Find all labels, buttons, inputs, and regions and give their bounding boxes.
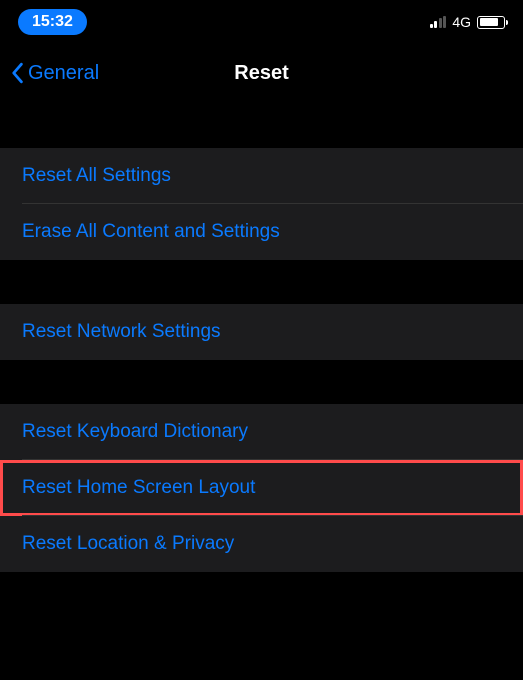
row-label: Reset Network Settings xyxy=(22,321,221,343)
reset-home-screen-layout[interactable]: Reset Home Screen Layout xyxy=(0,460,523,516)
settings-group-1: Reset All Settings Erase All Content and… xyxy=(0,148,523,260)
status-bar: 15:32 4G xyxy=(0,0,523,44)
status-right: 4G xyxy=(430,14,505,30)
status-time: 15:32 xyxy=(18,9,87,35)
erase-all-content[interactable]: Erase All Content and Settings xyxy=(0,204,523,260)
row-label: Erase All Content and Settings xyxy=(22,221,280,243)
battery-icon xyxy=(477,16,505,29)
reset-keyboard-dictionary[interactable]: Reset Keyboard Dictionary xyxy=(0,404,523,460)
back-button[interactable]: General xyxy=(10,62,99,85)
signal-icon xyxy=(430,16,447,28)
row-label: Reset Location & Privacy xyxy=(22,533,234,555)
chevron-left-icon xyxy=(10,62,24,84)
reset-all-settings[interactable]: Reset All Settings xyxy=(0,148,523,204)
row-label: Reset Home Screen Layout xyxy=(22,477,255,499)
reset-network-settings[interactable]: Reset Network Settings xyxy=(0,304,523,360)
row-label: Reset Keyboard Dictionary xyxy=(22,421,248,443)
back-label: General xyxy=(28,62,99,85)
settings-group-3: Reset Keyboard Dictionary Reset Home Scr… xyxy=(0,404,523,572)
nav-bar: General Reset xyxy=(0,44,523,102)
row-label: Reset All Settings xyxy=(22,165,171,187)
settings-group-2: Reset Network Settings xyxy=(0,304,523,360)
network-label: 4G xyxy=(452,14,471,30)
reset-location-privacy[interactable]: Reset Location & Privacy xyxy=(0,516,523,572)
